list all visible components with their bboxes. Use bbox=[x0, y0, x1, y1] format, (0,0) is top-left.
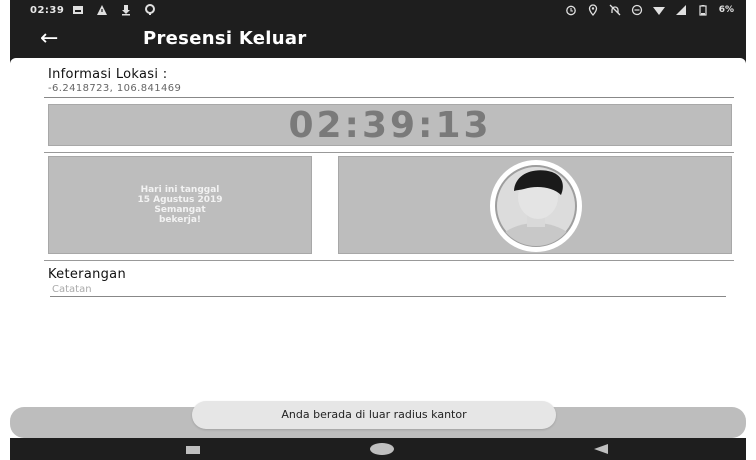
app-bar: ← Presensi Keluar bbox=[10, 22, 746, 58]
divider bbox=[44, 260, 734, 261]
battery-percent: 6% bbox=[718, 5, 734, 15]
status-bar: 02:39 6% bbox=[10, 0, 746, 22]
system-icons: 6% bbox=[565, 4, 734, 16]
recent-apps-icon[interactable] bbox=[186, 446, 200, 454]
greeting-panel: Hari ini tanggal 15 Agustus 2019 Semanga… bbox=[48, 156, 312, 254]
divider bbox=[44, 97, 734, 98]
location-icon bbox=[588, 4, 597, 16]
divider bbox=[44, 152, 734, 153]
home-icon[interactable] bbox=[370, 443, 394, 455]
toast-message: Anda berada di luar radius kantor bbox=[192, 401, 556, 429]
greeting-text: Hari ini tanggal 15 Agustus 2019 Semanga… bbox=[137, 185, 223, 225]
page-title: Presensi Keluar bbox=[143, 28, 307, 49]
arrow-left-icon[interactable]: ← bbox=[40, 26, 58, 51]
dnd-icon bbox=[609, 4, 621, 16]
location-coordinates: -6.2418723, 106.841469 bbox=[48, 83, 182, 94]
status-time: 02:39 bbox=[30, 5, 65, 16]
back-triangle-icon[interactable] bbox=[594, 444, 608, 454]
warning-icon bbox=[97, 5, 107, 15]
navigation-bar bbox=[10, 438, 746, 460]
wifi-icon bbox=[652, 7, 665, 15]
wifi-alert-icon bbox=[145, 4, 155, 15]
content-card: Informasi Lokasi : -6.2418723, 106.84146… bbox=[10, 58, 746, 438]
notes-input[interactable] bbox=[50, 283, 726, 297]
notification-icons bbox=[72, 4, 156, 16]
notes-label: Keterangan bbox=[48, 267, 126, 282]
download-icon bbox=[122, 5, 130, 16]
phone-screen: 02:39 6% ← Presensi Keluar Informasi Lok… bbox=[10, 0, 746, 460]
location-label: Informasi Lokasi : bbox=[48, 67, 168, 82]
photo-panel[interactable] bbox=[338, 156, 732, 254]
clock-time: 02:39:13 bbox=[288, 105, 492, 146]
avatar-placeholder-icon[interactable] bbox=[339, 157, 733, 255]
image-icon bbox=[73, 6, 83, 14]
battery-icon bbox=[699, 5, 707, 16]
clock-panel: 02:39:13 bbox=[48, 104, 732, 146]
signal-icon bbox=[675, 5, 686, 15]
alarm-icon bbox=[565, 5, 576, 16]
minus-circle-icon bbox=[631, 4, 642, 16]
